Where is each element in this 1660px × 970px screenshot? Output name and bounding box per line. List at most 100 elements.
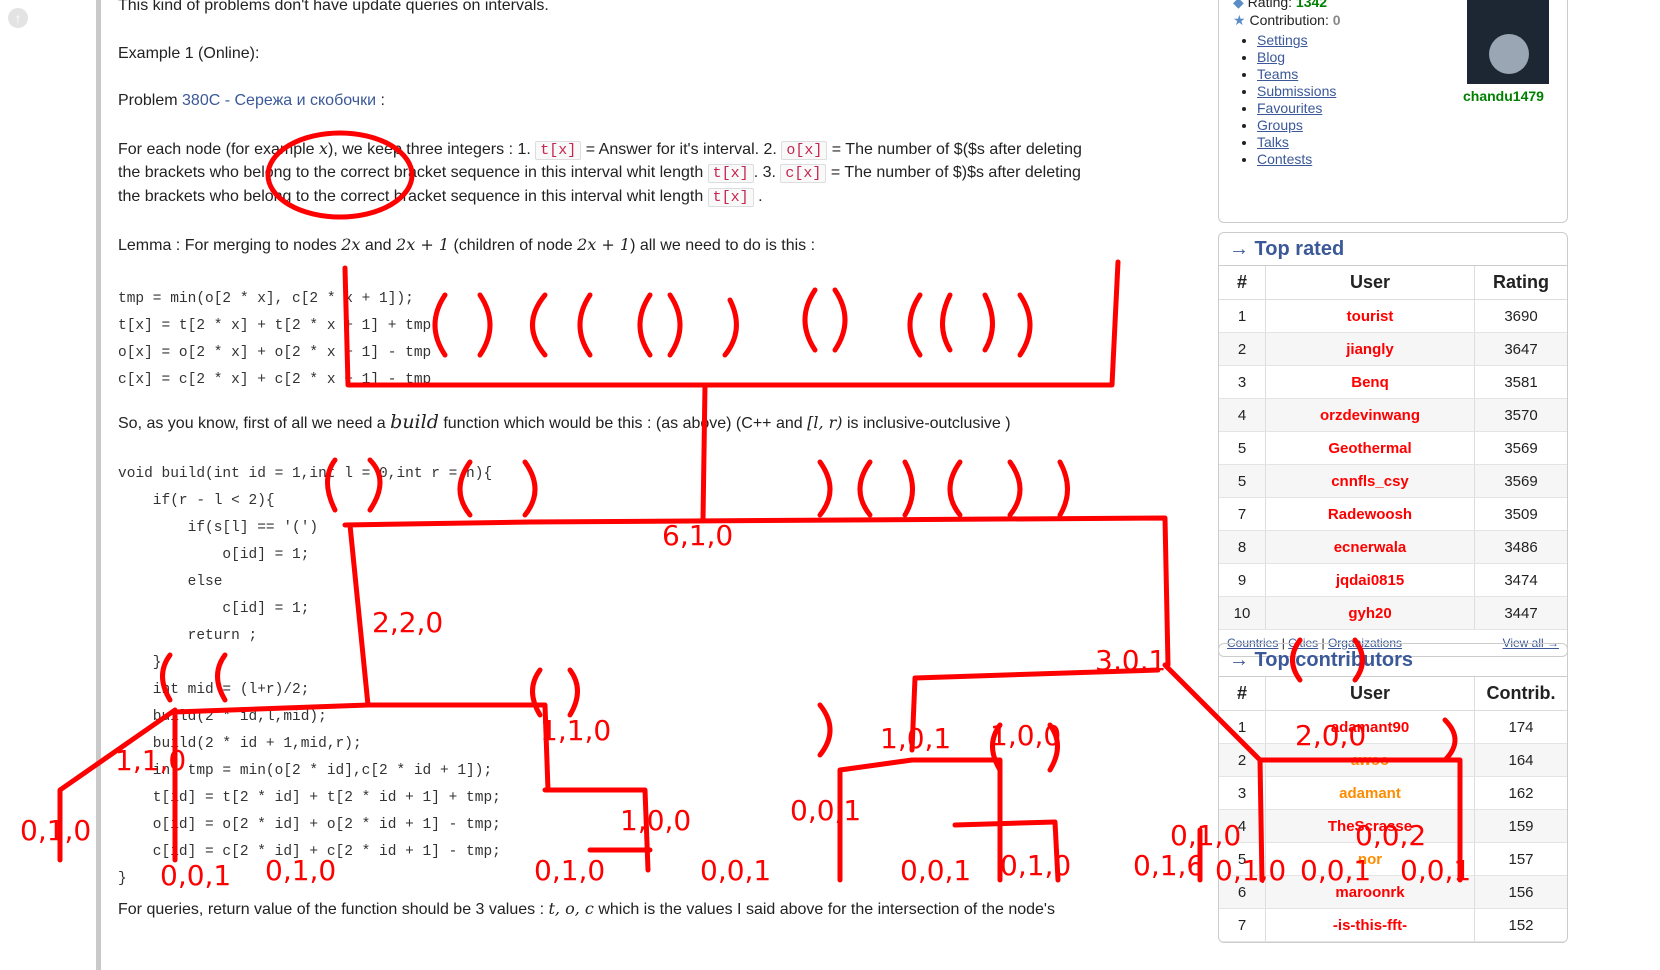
code-line: c[id] = 1; <box>118 601 310 617</box>
user-handle-link[interactable]: Radewoosh <box>1265 497 1475 531</box>
avatar[interactable] <box>1467 0 1549 84</box>
user-link-submissions[interactable]: Submissions <box>1257 83 1336 99</box>
text: the brackets who belong to the correct b… <box>118 188 704 205</box>
value-cell: 3447 <box>1474 596 1567 630</box>
rank-cell: 3 <box>1219 776 1266 810</box>
annotation-label: 3,0,1 <box>1095 644 1166 677</box>
contribution-value: 0 <box>1332 12 1341 28</box>
username[interactable]: chandu1479 <box>1463 88 1544 104</box>
user-handle-link[interactable]: jiangly <box>1265 332 1475 366</box>
rating-label: Rating: <box>1247 0 1293 10</box>
user-link-item: Blog <box>1257 49 1336 66</box>
user-link-blog[interactable]: Blog <box>1257 49 1285 65</box>
top-contributors-box: → Top contributors # User Contrib. 1 adaman… <box>1218 643 1568 943</box>
value-cell: 157 <box>1474 842 1567 876</box>
text: which is the values I said above for the… <box>598 901 1055 918</box>
value-cell: 152 <box>1474 908 1567 942</box>
code-block-merge: tmp = min(o[2 * x], c[2 * x + 1]); t[x] =… <box>118 286 431 394</box>
contribution-label: Contribution: <box>1249 12 1329 28</box>
code-line: o[id] = o[2 * id] + o[2 * id + 1] - tmp; <box>118 817 501 833</box>
user-handle-link[interactable]: gyh20 <box>1265 596 1475 630</box>
user-handle-link[interactable]: cnnfls_csy <box>1265 464 1475 498</box>
annotation-label: 0,1,0 <box>1000 849 1071 882</box>
table-row: 1 adamant90 174 <box>1219 710 1567 744</box>
value-cell: 3570 <box>1474 398 1567 432</box>
user-handle-link[interactable]: tourist <box>1265 299 1475 333</box>
paren <box>1047 722 1060 773</box>
left-gutter: ↑ <box>0 0 96 970</box>
math-build: build <box>390 411 439 433</box>
code-tag-t: t[x] <box>535 141 582 160</box>
code-line: } <box>118 655 162 671</box>
problem-prefix: Problem <box>118 92 178 109</box>
rank-cell: 2 <box>1219 743 1266 777</box>
text: . <box>758 188 763 205</box>
rank-cell: 5 <box>1219 431 1266 465</box>
user-link-item: Talks <box>1257 134 1336 151</box>
top-rated-title: → Top rated <box>1219 233 1567 266</box>
rank-cell: 5 <box>1219 464 1266 498</box>
rank-cell: 4 <box>1219 809 1266 843</box>
user-handle-link[interactable]: ecnerwala <box>1265 530 1475 564</box>
text: and <box>364 237 392 254</box>
scroll-top-icon[interactable]: ↑ <box>8 8 28 28</box>
user-link-contests[interactable]: Contests <box>1257 151 1312 167</box>
annotation-label: 1,1,0 <box>540 714 611 747</box>
annotation-label: 1,0,1 <box>880 722 951 755</box>
math: 2x <box>341 235 361 254</box>
value-cell: 3486 <box>1474 530 1567 564</box>
paren <box>567 667 580 718</box>
text: ) all we need to do is this : <box>630 237 816 254</box>
text: ), we keep three integers : 1. <box>328 141 531 158</box>
paren <box>817 702 833 758</box>
user-handle-link[interactable]: jqdai0815 <box>1265 563 1475 597</box>
annotation-label: 1,0,0 <box>620 804 691 837</box>
text: So, as you know, first of all we need a <box>118 415 386 432</box>
tree-line <box>909 757 1003 883</box>
text: = The number of $($s after deleting <box>831 141 1082 158</box>
user-handle-link[interactable]: adamant <box>1265 776 1475 810</box>
queries-line: For queries, return value of the functio… <box>118 897 1055 922</box>
user-handle-link[interactable]: Geothermal <box>1265 431 1475 465</box>
user-handle-link[interactable]: orzdevinwang <box>1265 398 1475 432</box>
paren <box>817 459 833 518</box>
paren <box>907 292 923 358</box>
code-line: o[x] = o[2 * x] + o[2 * x + 1] - tmp <box>118 345 432 361</box>
user-handle-link[interactable]: nor <box>1265 842 1475 876</box>
table-row: 7 Radewoosh 3509 <box>1219 497 1567 531</box>
top-contributors-table: # User Contrib. 1 adamant90 174 2 awoo 164 3 adam… <box>1219 677 1567 942</box>
paren <box>667 292 683 358</box>
paren <box>577 292 593 358</box>
paren <box>722 297 739 358</box>
rating-stat: ◆ Rating: 1342 <box>1233 0 1327 11</box>
code-line: c[id] = c[2 * id] + c[2 * id + 1] - tmp; <box>118 844 501 860</box>
table-row: 5 nor 157 <box>1219 842 1567 876</box>
user-link-talks[interactable]: Talks <box>1257 134 1289 150</box>
user-handle-link[interactable]: Benq <box>1265 365 1475 399</box>
table-header: # <box>1219 266 1266 300</box>
user-handle-link[interactable]: maroonrk <box>1265 875 1475 909</box>
table-header: # <box>1219 677 1266 711</box>
user-link-item: Teams <box>1257 66 1336 83</box>
user-link-item: Contests <box>1257 151 1336 168</box>
node-desc-line-2: the brackets who belong to the correct b… <box>118 161 1081 186</box>
paren <box>802 287 818 353</box>
table-header: Contrib. <box>1474 677 1567 711</box>
user-handle-link[interactable]: TheScrasse <box>1265 809 1475 843</box>
user-link-favourites[interactable]: Favourites <box>1257 100 1322 116</box>
annotation-label: 0,1,6 <box>1133 849 1204 882</box>
user-link-settings[interactable]: Settings <box>1257 32 1308 48</box>
user-handle-link[interactable]: awoo <box>1265 743 1475 777</box>
user-link-groups[interactable]: Groups <box>1257 117 1303 133</box>
build-intro-line: So, as you know, first of all we need a … <box>118 410 1011 436</box>
problem-link[interactable]: 380C - Сережа и скобочки <box>182 92 376 109</box>
user-handle-link[interactable]: -is-this-fft- <box>1265 908 1475 942</box>
value-cell: 3647 <box>1474 332 1567 366</box>
top-rated-table: # User Rating 1 tourist 3690 2 jiangly 3647 3 Ben… <box>1219 266 1567 630</box>
paren <box>1007 459 1023 518</box>
user-handle-link[interactable]: adamant90 <box>1265 710 1475 744</box>
code-line: build(2 * id + 1,mid,r); <box>118 736 362 752</box>
user-link-teams[interactable]: Teams <box>1257 66 1298 82</box>
rank-cell: 8 <box>1219 530 1266 564</box>
content-border <box>96 0 101 970</box>
